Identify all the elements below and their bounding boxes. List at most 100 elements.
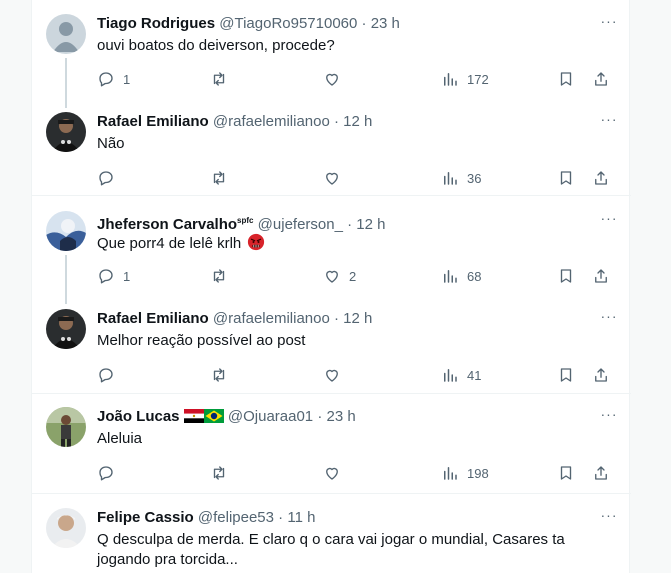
- post-header: João Lucas @Ojuaraa01 · 23 h: [97, 407, 591, 427]
- reply-button[interactable]: [97, 168, 115, 188]
- share-button[interactable]: [592, 463, 610, 483]
- like-icon: [326, 369, 338, 382]
- display-name[interactable]: Rafael Emiliano: [97, 310, 209, 327]
- views-icon: [444, 467, 457, 480]
- bookmark-button[interactable]: [557, 69, 575, 89]
- post-tiago-rodrigues[interactable]: Tiago Rodrigues @TiagoRo95710060 · 23 h …: [32, 0, 631, 108]
- bookmark-button[interactable]: [557, 168, 575, 188]
- avatar[interactable]: [46, 14, 86, 54]
- display-name[interactable]: João Lucas: [97, 408, 180, 425]
- retweet-icon: [213, 171, 225, 185]
- share-button[interactable]: [592, 266, 610, 286]
- like-count: 2: [349, 268, 357, 284]
- views-button[interactable]: 36: [441, 168, 481, 188]
- post-header: Jheferson Carvalhospfc @ujeferson_ · 12 …: [97, 211, 591, 233]
- name-badge: spfc: [237, 216, 254, 225]
- timestamp[interactable]: · 23 h: [362, 15, 400, 32]
- handle[interactable]: @rafaelemilianoo: [213, 113, 330, 130]
- action-bar: 1 172: [97, 69, 617, 89]
- bookmark-button[interactable]: [557, 365, 575, 385]
- more-icon[interactable]: ···: [599, 112, 619, 132]
- display-name[interactable]: Tiago Rodrigues: [97, 15, 215, 32]
- post-rafael-emiliano[interactable]: Rafael Emiliano @rafaelemilianoo · 12 h …: [32, 98, 631, 196]
- like-icon: [326, 467, 338, 480]
- reply-count: 1: [123, 71, 131, 87]
- bookmark-icon: [560, 368, 572, 382]
- post-text-line: Q desculpa de merda. E claro q o cara va…: [97, 531, 565, 548]
- post-text: Que porr4 de lelê krlh: [97, 235, 242, 252]
- handle[interactable]: @felipee53: [198, 509, 274, 526]
- views-button[interactable]: 172: [441, 69, 489, 89]
- bookmark-button[interactable]: [557, 463, 575, 483]
- like-button[interactable]: [323, 69, 341, 89]
- retweet-button[interactable]: [210, 266, 228, 286]
- post-joao-lucas[interactable]: João Lucas @Ojuaraa01 · 23 h ··· Aleluia: [32, 395, 631, 494]
- bookmark-button[interactable]: [557, 266, 575, 286]
- like-icon: [326, 270, 338, 283]
- views-icon: [444, 73, 457, 86]
- like-button[interactable]: [323, 168, 341, 188]
- more-icon[interactable]: ···: [599, 407, 619, 427]
- like-button[interactable]: 2: [323, 266, 356, 286]
- handle[interactable]: @ujeferson_: [258, 216, 343, 233]
- views-button[interactable]: 41: [441, 365, 481, 385]
- handle[interactable]: @Ojuaraa01: [228, 408, 313, 425]
- post-text: ouvi boatos do deiverson, procede?: [97, 37, 335, 54]
- retweet-button[interactable]: [210, 463, 228, 483]
- retweet-button[interactable]: [210, 168, 228, 188]
- reply-icon: [99, 466, 113, 481]
- reply-icon: [99, 72, 113, 87]
- post-jheferson-carvalho[interactable]: Jheferson Carvalhospfc @ujeferson_ · 12 …: [32, 197, 631, 304]
- like-button[interactable]: [323, 463, 341, 483]
- like-icon: [326, 73, 338, 86]
- views-count: 36: [467, 170, 482, 186]
- brazil-flag-icon: [203, 409, 224, 423]
- views-button[interactable]: 198: [441, 463, 489, 483]
- like-button[interactable]: [323, 365, 341, 385]
- reply-button[interactable]: 1: [97, 266, 130, 286]
- timestamp[interactable]: · 11 h: [278, 509, 315, 526]
- timestamp[interactable]: · 12 h: [334, 310, 372, 327]
- more-icon[interactable]: ···: [599, 211, 619, 231]
- avatar[interactable]: [46, 407, 86, 447]
- display-name[interactable]: Rafael Emiliano: [97, 113, 209, 130]
- avatar[interactable]: [46, 309, 86, 349]
- bookmark-icon: [560, 72, 572, 86]
- views-button[interactable]: 68: [441, 266, 481, 286]
- bookmark-icon: [560, 171, 572, 185]
- display-name[interactable]: Jheferson Carvalho: [97, 216, 237, 233]
- views-count: 172: [467, 71, 489, 87]
- share-icon: [595, 466, 607, 480]
- avatar[interactable]: [46, 112, 86, 152]
- avatar[interactable]: [46, 211, 86, 251]
- angry-face-icon: [248, 233, 265, 251]
- timestamp[interactable]: · 12 h: [334, 113, 372, 130]
- share-icon: [595, 72, 607, 86]
- post-felipe-cassio[interactable]: Felipe Cassio @felipee53 · 11 h ··· Q de…: [32, 495, 631, 573]
- retweet-button[interactable]: [210, 69, 228, 89]
- share-button[interactable]: [592, 365, 610, 385]
- more-icon[interactable]: ···: [599, 14, 619, 34]
- retweet-icon: [213, 466, 225, 480]
- views-count: 68: [467, 268, 482, 284]
- display-name[interactable]: Felipe Cassio: [97, 509, 194, 526]
- timestamp[interactable]: · 23 h: [317, 408, 355, 425]
- post-header: Tiago Rodrigues @TiagoRo95710060 · 23 h: [97, 14, 591, 34]
- timestamp[interactable]: · 12 h: [347, 216, 385, 233]
- handle[interactable]: @rafaelemilianoo: [213, 310, 330, 327]
- avatar[interactable]: [46, 508, 86, 548]
- share-icon: [595, 269, 607, 283]
- share-button[interactable]: [592, 168, 610, 188]
- handle[interactable]: @TiagoRo95710060: [219, 15, 357, 32]
- post-text: Aleluia: [97, 430, 143, 447]
- more-icon[interactable]: ···: [599, 508, 619, 528]
- retweet-button[interactable]: [210, 365, 228, 385]
- reply-button[interactable]: [97, 365, 115, 385]
- reply-button[interactable]: [97, 463, 115, 483]
- post-rafael-emiliano-2[interactable]: Rafael Emiliano @rafaelemilianoo · 12 h …: [32, 295, 631, 394]
- reply-button[interactable]: 1: [97, 69, 130, 89]
- post-text: Q desculpa de merda. E claro q o cara va…: [97, 530, 591, 570]
- more-icon[interactable]: ···: [599, 309, 619, 329]
- share-button[interactable]: [592, 69, 610, 89]
- bookmark-icon: [560, 269, 572, 283]
